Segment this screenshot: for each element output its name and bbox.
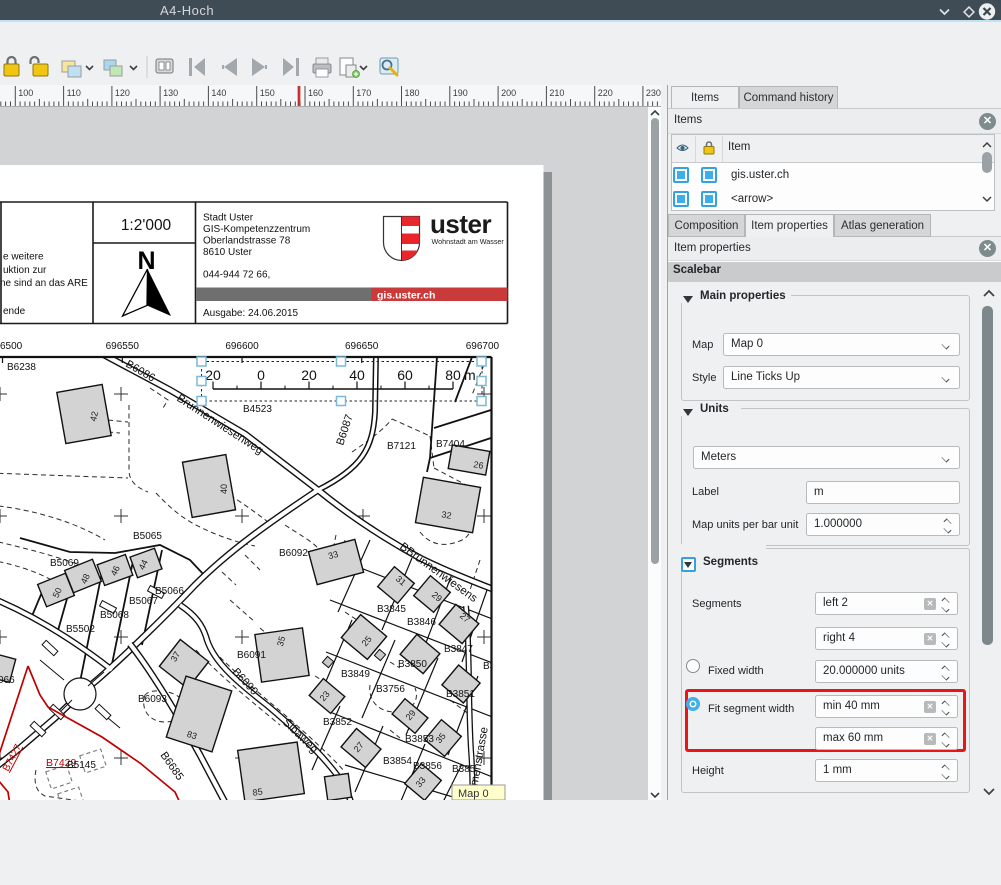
svg-text:B5069: B5069: [50, 558, 79, 569]
svg-text:B6091: B6091: [237, 650, 266, 661]
svg-text:B3846: B3846: [407, 617, 436, 628]
svg-text:190: 190: [453, 88, 468, 98]
svg-text:696700: 696700: [466, 341, 500, 352]
svg-text:20: 20: [301, 367, 317, 383]
svg-text:B3856: B3856: [413, 761, 442, 772]
svg-text:40: 40: [219, 484, 229, 494]
svg-text:e weitere: e weitere: [3, 252, 44, 263]
svg-text:60: 60: [397, 367, 413, 383]
svg-text:B3854: B3854: [383, 756, 412, 767]
svg-text:B6238: B6238: [7, 362, 36, 373]
svg-text:170: 170: [356, 88, 371, 98]
svg-text:Oberlandstrasse 78: Oberlandstrasse 78: [203, 236, 291, 247]
svg-text:210: 210: [549, 88, 564, 98]
svg-text:80: 80: [445, 367, 461, 383]
svg-text:B3851: B3851: [446, 689, 475, 700]
svg-text:85: 85: [252, 786, 263, 797]
svg-text:ne sind an das ARE: ne sind an das ARE: [0, 278, 88, 289]
svg-text:B5065: B5065: [133, 531, 162, 542]
svg-text:B6092: B6092: [279, 548, 308, 559]
svg-text:0: 0: [257, 367, 265, 383]
svg-text:B5066: B5066: [155, 586, 184, 597]
svg-text:Stadt Uster: Stadt Uster: [203, 213, 254, 224]
svg-text:696650: 696650: [345, 341, 379, 352]
svg-text:20: 20: [205, 367, 221, 383]
svg-text:100: 100: [18, 88, 33, 98]
svg-text:140: 140: [211, 88, 226, 98]
svg-text:B3847: B3847: [444, 644, 473, 655]
svg-text:220: 220: [598, 88, 613, 98]
svg-text:B6093: B6093: [138, 694, 167, 705]
svg-text:B5068: B5068: [100, 610, 129, 621]
svg-text:200: 200: [501, 88, 516, 98]
svg-text:B3853: B3853: [405, 734, 434, 745]
svg-text:B5502: B5502: [66, 624, 95, 635]
svg-text:696600: 696600: [225, 341, 259, 352]
svg-text:Ausgabe: 24.06.2015: Ausgabe: 24.06.2015: [203, 308, 299, 319]
svg-text:696550: 696550: [106, 341, 140, 352]
svg-text:066: 066: [0, 675, 15, 686]
svg-text:180: 180: [405, 88, 420, 98]
svg-text:8610 Uster: 8610 Uster: [203, 247, 253, 258]
svg-text:160: 160: [308, 88, 323, 98]
svg-text:6500: 6500: [0, 341, 23, 352]
svg-text:120: 120: [115, 88, 130, 98]
svg-text:Wohnstadt am Wasser: Wohnstadt am Wasser: [432, 237, 505, 246]
svg-text:m: m: [464, 367, 476, 383]
svg-text:B3849: B3849: [341, 669, 370, 680]
svg-text:32: 32: [441, 509, 453, 521]
svg-text:26: 26: [473, 459, 485, 471]
svg-text:B5145: B5145: [67, 760, 96, 771]
svg-text:1:2'000: 1:2'000: [121, 217, 172, 234]
svg-text:gis.uster.ch: gis.uster.ch: [377, 290, 435, 302]
svg-text:uktion zur: uktion zur: [3, 265, 47, 276]
svg-text:B3852: B3852: [323, 717, 352, 728]
svg-text:uster: uster: [430, 209, 491, 239]
svg-text:B3756: B3756: [376, 684, 405, 695]
svg-text:150: 150: [260, 88, 275, 98]
svg-text:110: 110: [67, 88, 81, 98]
svg-text:B7404: B7404: [436, 439, 465, 450]
svg-text:B3845: B3845: [377, 604, 406, 615]
svg-text:230: 230: [646, 88, 661, 98]
svg-text:B5067: B5067: [129, 596, 158, 607]
svg-text:B4523: B4523: [243, 404, 272, 415]
svg-text:B7121: B7121: [387, 441, 416, 452]
svg-text:40: 40: [349, 367, 365, 383]
svg-text:B3850: B3850: [398, 659, 427, 670]
svg-text:130: 130: [163, 88, 178, 98]
svg-text:Map 0: Map 0: [458, 788, 489, 800]
svg-text:GIS-Kompetenzzentrum: GIS-Kompetenzzentrum: [203, 224, 310, 235]
svg-text:044-944 72 66,: 044-944 72 66,: [203, 270, 270, 281]
svg-text:ende: ende: [3, 306, 26, 317]
